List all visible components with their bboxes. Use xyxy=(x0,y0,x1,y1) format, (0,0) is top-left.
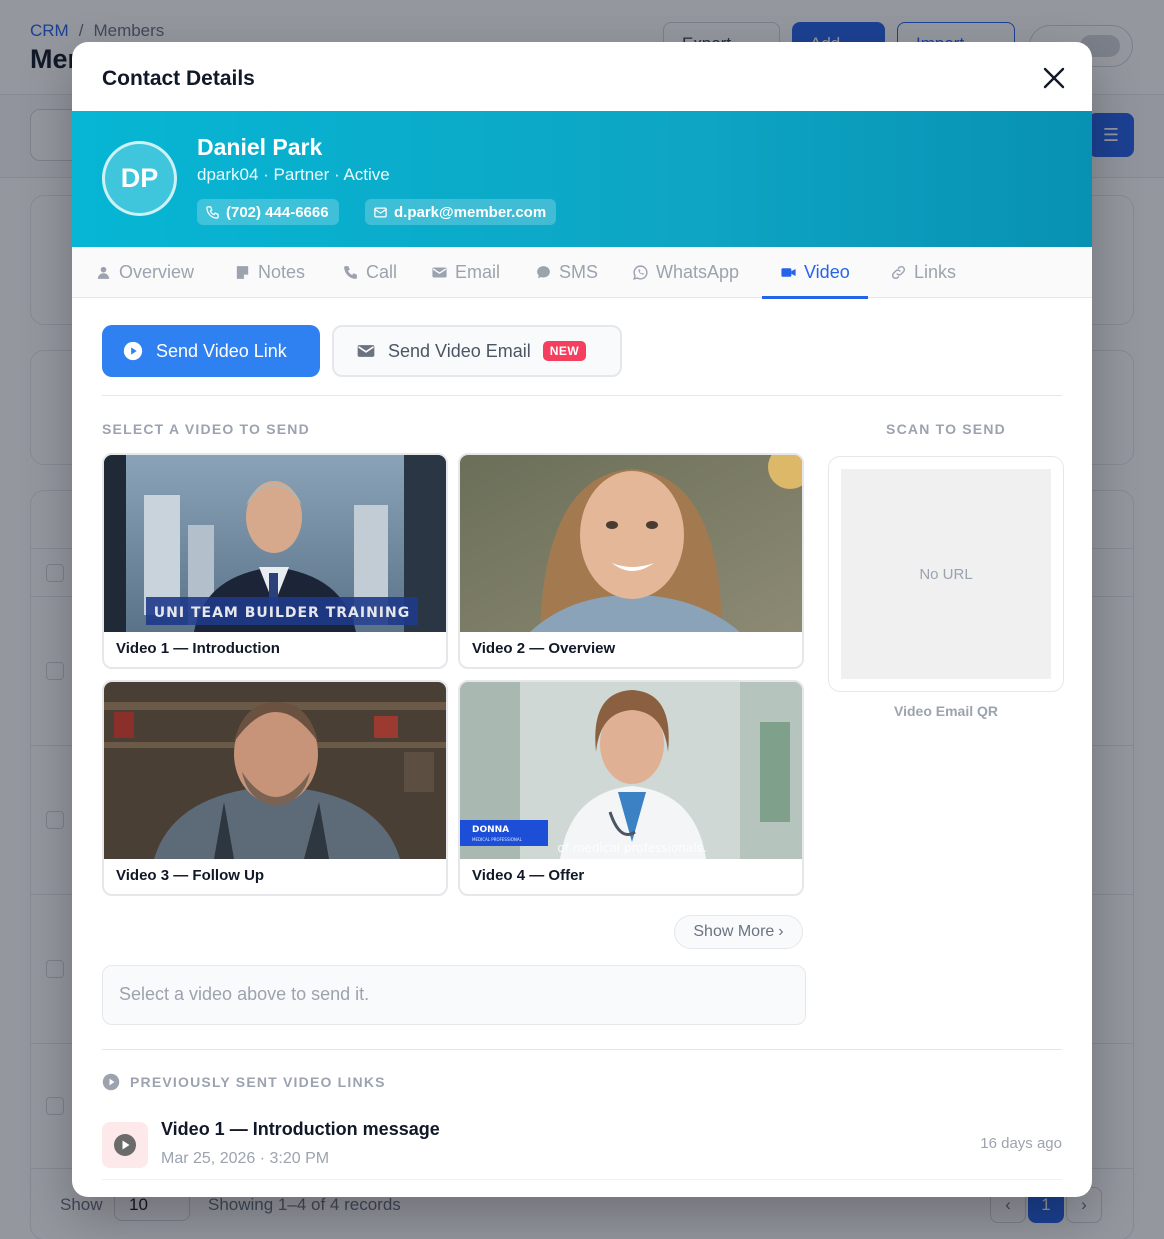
select-video-label: SELECT A VIDEO TO SEND xyxy=(102,421,310,437)
tab-label: Overview xyxy=(119,262,195,282)
divider xyxy=(102,395,1062,396)
user-icon xyxy=(97,266,110,279)
play-circle-icon xyxy=(123,341,143,361)
whatsapp-icon xyxy=(633,265,648,280)
previous-links-header: PREVIOUSLY SENT VIDEO LINKS xyxy=(102,1073,386,1091)
qr-code-box: No URL xyxy=(828,456,1064,692)
mail-icon xyxy=(357,345,375,357)
contact-hero: DP Daniel Park dpark04 · Partner · Activ… xyxy=(72,111,1092,247)
video-card-3[interactable]: Video 3 — Follow Up xyxy=(102,680,448,896)
avatar: DP xyxy=(102,141,177,216)
video-card-1[interactable]: UNI TEAM BUILDER TRAINING Video 1 — Intr… xyxy=(102,453,448,669)
show-more-button[interactable]: Show More › xyxy=(674,915,803,949)
tab-label: Links xyxy=(914,262,957,282)
tab-whatsapp[interactable]: WhatsApp xyxy=(630,247,741,298)
contact-details-modal: Contact Details DP Daniel Park dpark04 ·… xyxy=(72,42,1092,1197)
phone-icon xyxy=(344,266,357,279)
sent-video-title: Video 1 — Introduction message xyxy=(161,1119,440,1139)
phone-icon xyxy=(206,205,219,219)
sent-video-ago: 16 days ago xyxy=(980,1135,1062,1152)
contact-tabs: Overview Notes Call Email SMS WhatsApp V… xyxy=(72,247,1092,299)
video-thumbnail: UNI TEAM BUILDER TRAINING xyxy=(104,455,446,632)
list-item[interactable]: Video 1 — Introduction message Mar 25, 2… xyxy=(102,1108,1062,1180)
previous-links-label: PREVIOUSLY SENT VIDEO LINKS xyxy=(130,1074,386,1090)
chevron-right-icon: › xyxy=(778,923,784,940)
tab-email[interactable]: Email xyxy=(429,247,502,298)
play-icon xyxy=(102,1122,148,1168)
tab-sms[interactable]: SMS xyxy=(533,247,600,298)
video-thumbnail xyxy=(460,455,802,632)
qr-caption: Video Email QR xyxy=(894,703,998,719)
divider xyxy=(102,1049,1062,1050)
note-icon xyxy=(236,266,249,279)
tab-overview[interactable]: Overview xyxy=(93,247,196,298)
modal-title: Contact Details xyxy=(102,67,255,90)
tab-video[interactable]: Video xyxy=(762,247,868,299)
link-icon xyxy=(891,265,906,280)
name-tag-text: DONNA xyxy=(472,825,509,835)
video-thumbnail: DONNA MEDICAL PROFESSIONAL of medical pr… xyxy=(460,682,802,859)
video-label: Video 2 — Overview xyxy=(472,640,616,657)
sent-video-date: Mar 25, 2026 · 3:20 PM xyxy=(161,1150,330,1167)
tab-call[interactable]: Call xyxy=(340,247,399,298)
email-chip[interactable]: d.park@member.com xyxy=(365,199,557,225)
video-icon xyxy=(781,268,796,277)
send-hint-box: Select a video above to send it. xyxy=(102,965,806,1025)
send-video-email-button[interactable]: Send Video Email NEW xyxy=(332,325,622,377)
tab-label: Email xyxy=(455,262,501,282)
video-label: Video 1 — Introduction xyxy=(116,640,280,657)
video-thumbnail xyxy=(104,682,446,859)
video-overlay-text: UNI TEAM BUILDER TRAINING xyxy=(154,605,410,621)
tab-label: Notes xyxy=(258,262,306,282)
modal-header: Contact Details xyxy=(72,42,1092,111)
contact-subtitle: dpark04 · Partner · Active xyxy=(197,165,390,184)
name-tag-subtext: MEDICAL PROFESSIONAL xyxy=(472,837,523,842)
mail-icon xyxy=(432,267,447,278)
contact-name: Daniel Park xyxy=(197,134,323,160)
tab-label: SMS xyxy=(559,262,599,282)
phone-chip[interactable]: (702) 444-6666 xyxy=(197,199,339,225)
video-label: Video 4 — Offer xyxy=(472,867,585,884)
tab-label: WhatsApp xyxy=(656,262,740,282)
send-video-email-label: Send Video Email xyxy=(388,340,531,361)
tab-label: Call xyxy=(366,262,398,282)
video-card-2[interactable]: Video 2 — Overview xyxy=(458,453,804,669)
qr-placeholder: No URL xyxy=(841,469,1051,679)
tab-label: Video xyxy=(804,262,850,282)
tab-links[interactable]: Links xyxy=(888,247,958,298)
new-badge: NEW xyxy=(542,341,587,361)
send-video-link-label: Send Video Link xyxy=(156,340,287,361)
tab-notes[interactable]: Notes xyxy=(232,247,307,298)
close-icon[interactable] xyxy=(1042,66,1066,90)
phone-value: (702) 444-6666 xyxy=(226,203,329,221)
show-more-label: Show More xyxy=(693,923,775,940)
scan-to-send-label: SCAN TO SEND xyxy=(886,421,1006,437)
video-caption-text: of medical professionals. xyxy=(557,841,706,855)
video-card-4[interactable]: DONNA MEDICAL PROFESSIONAL of medical pr… xyxy=(458,680,804,896)
send-video-link-button[interactable]: Send Video Link xyxy=(102,325,320,377)
video-label: Video 3 — Follow Up xyxy=(116,867,265,884)
chat-icon xyxy=(537,266,550,279)
email-value: d.park@member.com xyxy=(394,203,547,221)
play-circle-icon xyxy=(102,1073,120,1091)
mail-icon xyxy=(374,207,387,217)
